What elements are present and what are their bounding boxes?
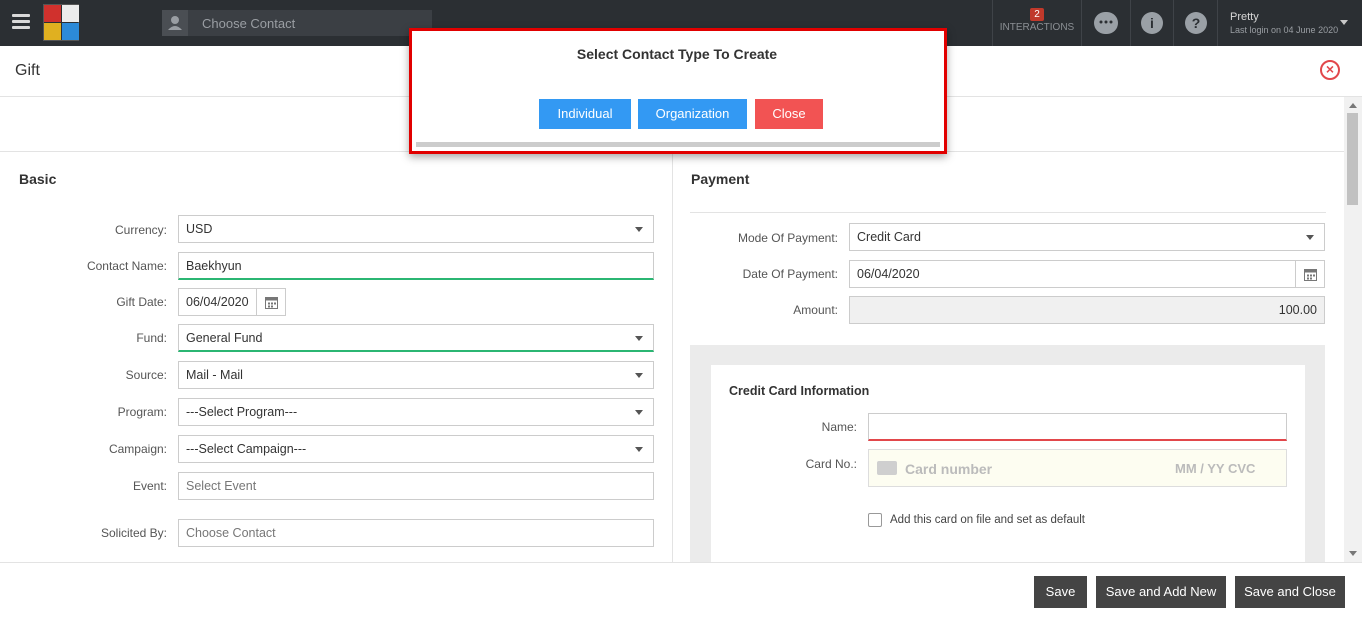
app-logo[interactable] [43, 4, 79, 41]
event-input[interactable]: Select Event [178, 472, 654, 500]
credit-card-title: Credit Card Information [729, 384, 870, 398]
save-and-close-button[interactable]: Save and Close [1235, 576, 1345, 608]
card-number-input[interactable]: Card number MM / YY CVC [868, 449, 1287, 487]
program-value: ---Select Program--- [186, 405, 298, 419]
date-of-payment-label: Date Of Payment: [742, 267, 838, 281]
interactions-label: INTERACTIONS [999, 22, 1075, 33]
amount-field: 100.00 [849, 296, 1325, 324]
program-label: Program: [117, 405, 167, 419]
save-and-add-new-button[interactable]: Save and Add New [1096, 576, 1226, 608]
person-icon [162, 10, 188, 36]
organization-button[interactable]: Organization [638, 99, 747, 129]
date-of-payment-field[interactable]: 06/04/2020 [849, 260, 1296, 288]
card-name-input[interactable] [868, 413, 1287, 441]
scroll-up-arrow-icon[interactable] [1349, 103, 1357, 108]
solicited-by-input[interactable]: Choose Contact [178, 519, 654, 547]
chevron-down-icon[interactable] [1340, 20, 1348, 25]
fund-label: Fund: [136, 331, 167, 345]
fund-value: General Fund [186, 331, 263, 345]
program-select[interactable]: ---Select Program--- [178, 398, 654, 426]
dialog-close-button[interactable]: Close [755, 99, 823, 129]
currency-value: USD [186, 222, 213, 236]
payment-section-title: Payment [691, 171, 750, 187]
scrollbar-thumb[interactable] [1347, 113, 1358, 205]
solicited-by-label: Solicited By: [100, 526, 167, 540]
contact-name-field[interactable]: Baekhyun [178, 252, 654, 280]
interactions-button[interactable]: 2 INTERACTIONS [993, 0, 1081, 46]
info-icon[interactable]: i [1141, 12, 1163, 34]
chevron-down-icon [635, 227, 643, 232]
currency-select[interactable]: USD [178, 215, 654, 243]
mode-of-payment-label: Mode Of Payment: [737, 231, 838, 245]
last-login-text: Last login on 04 June 2020 [1230, 25, 1339, 35]
chat-icon[interactable] [1094, 12, 1118, 34]
dialog-title: Select Contact Type To Create [576, 46, 778, 62]
campaign-label: Campaign: [108, 442, 167, 456]
save-card-label: Add this card on file and set as default [890, 514, 1085, 526]
column-divider [672, 152, 673, 562]
card-name-label: Name: [821, 420, 857, 434]
expiry-cvc-placeholder: MM / YY CVC [1175, 461, 1256, 476]
mode-of-payment-select[interactable]: Credit Card [849, 223, 1325, 251]
mode-of-payment-value: Credit Card [857, 230, 921, 244]
card-number-placeholder: Card number [905, 461, 993, 477]
contact-type-dialog: Select Contact Type To Create Individual… [409, 28, 947, 154]
save-card-checkbox[interactable] [868, 513, 882, 527]
interactions-count-badge: 2 [1030, 8, 1044, 21]
help-icon[interactable]: ? [1185, 12, 1207, 34]
source-label: Source: [125, 368, 167, 382]
chevron-down-icon [635, 447, 643, 452]
chevron-down-icon [1306, 235, 1314, 240]
amount-label: Amount: [793, 303, 838, 317]
calendar-icon[interactable] [257, 288, 286, 316]
gift-date-label: Gift Date: [116, 295, 167, 309]
campaign-select[interactable]: ---Select Campaign--- [178, 435, 654, 463]
user-name: Pretty [1230, 11, 1259, 23]
search-placeholder: Choose Contact [202, 16, 296, 31]
currency-label: Currency: [114, 223, 167, 237]
close-icon[interactable]: × [1320, 60, 1340, 80]
contact-name-label: Contact Name: [86, 259, 167, 273]
source-select[interactable]: Mail - Mail [178, 361, 654, 389]
chevron-down-icon [635, 410, 643, 415]
scroll-down-arrow-icon[interactable] [1349, 551, 1357, 556]
fund-select[interactable]: General Fund [178, 324, 654, 352]
calendar-icon[interactable] [1296, 260, 1325, 288]
user-menu[interactable]: Pretty Last login on 04 June 2020 [1230, 11, 1338, 35]
gift-date-field[interactable]: 06/04/2020 [178, 288, 257, 316]
basic-section-title: Basic [19, 171, 57, 187]
chevron-down-icon [635, 373, 643, 378]
individual-button[interactable]: Individual [539, 99, 631, 129]
campaign-value: ---Select Campaign--- [186, 442, 307, 456]
save-button[interactable]: Save [1034, 576, 1087, 608]
chevron-down-icon [635, 336, 643, 341]
event-label: Event: [132, 479, 167, 493]
card-number-label: Card No.: [805, 457, 857, 471]
contact-search-input[interactable]: Choose Contact [162, 10, 432, 36]
credit-card-icon [877, 461, 897, 475]
source-value: Mail - Mail [186, 368, 243, 382]
vertical-scrollbar[interactable] [1344, 97, 1362, 562]
payment-divider [690, 212, 1326, 213]
menu-icon[interactable] [12, 14, 30, 30]
page-title: Gift [15, 62, 40, 79]
